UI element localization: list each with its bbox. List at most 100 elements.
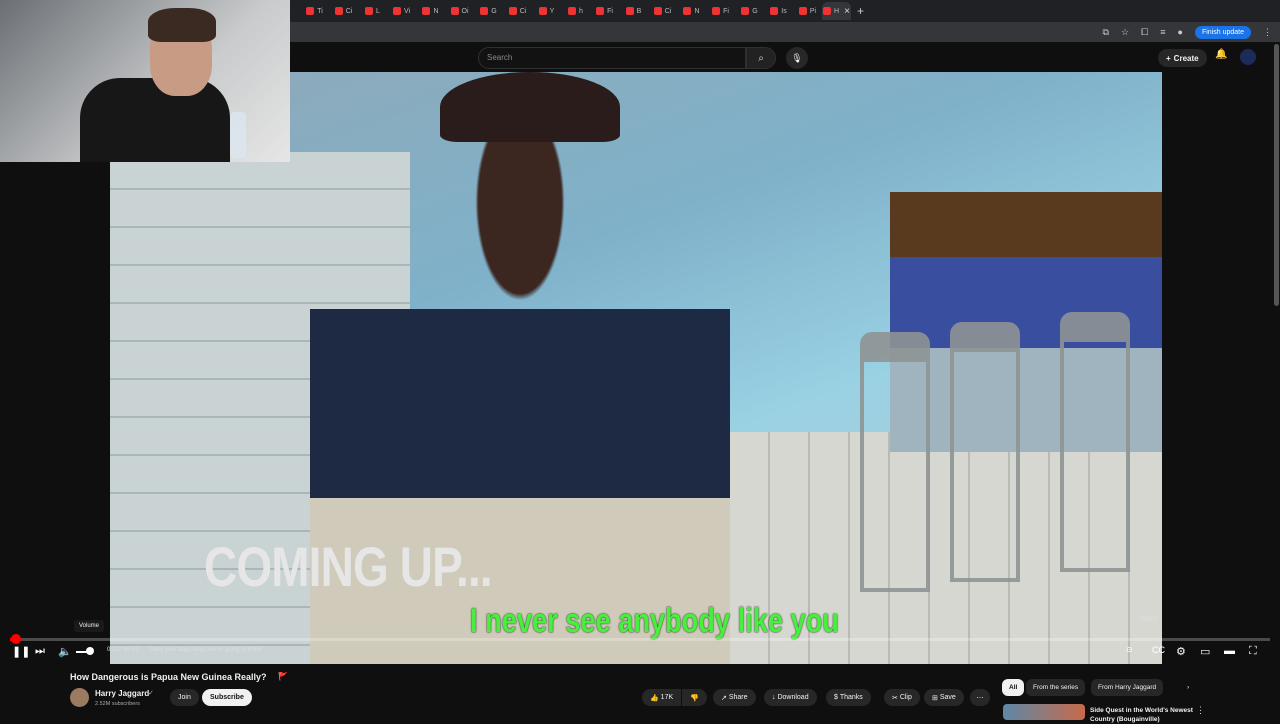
tab-favicon-icon [334, 7, 343, 15]
volume-knob[interactable] [86, 647, 94, 655]
browser-tab[interactable]: G [474, 2, 503, 20]
tab-label: h [579, 7, 583, 15]
tab-favicon-icon [538, 7, 547, 15]
browser-tab[interactable]: B [619, 2, 648, 20]
tab-label: Oi [461, 7, 469, 15]
tab-favicon-icon [653, 7, 662, 15]
browser-tab[interactable]: Vi [387, 2, 416, 20]
verified-icon: ✓ [148, 690, 154, 697]
browser-tab[interactable]: Fi [590, 2, 619, 20]
browser-tab[interactable]: Y [532, 2, 561, 20]
share-button[interactable]: ↗ Share [713, 689, 756, 706]
tab-list: Ti Ci L Vi N Oi G Ci Yh Fi B Ci N Fi G Is Pi [300, 2, 822, 20]
theater-mode-icon[interactable]: ▬ [1224, 645, 1235, 657]
browser-tab[interactable]: N [416, 2, 445, 20]
webcam-overlay [0, 0, 290, 162]
close-tab-icon[interactable]: × [844, 6, 850, 17]
browser-tab[interactable]: Fi [706, 2, 735, 20]
join-button[interactable]: Join [170, 689, 199, 706]
progress-bar[interactable] [10, 634, 1270, 644]
chip-all[interactable]: All [1002, 679, 1025, 696]
browser-tab[interactable]: Pi [793, 2, 822, 20]
thanks-label: Thanks [839, 694, 863, 701]
plus-icon: + [1166, 53, 1171, 63]
dislike-button[interactable]: 👎 [682, 689, 707, 706]
tab-label: G [491, 7, 497, 15]
browser-tab[interactable]: Is [764, 2, 793, 20]
tab-label: B [636, 7, 642, 15]
bar-stool [950, 322, 1020, 582]
clip-button[interactable]: ✂ Clip [884, 689, 920, 706]
youtube-header: Search ⌕ 🎙 + Create 🔔 [290, 42, 1280, 72]
more-actions-button[interactable]: ⋯ [970, 689, 990, 706]
more-icon: ⋯ [976, 694, 984, 702]
autoplay-toggle-icon[interactable]: ⊙ [1126, 645, 1133, 654]
chip-from-the-series[interactable]: From the series [1026, 679, 1086, 696]
scissors-icon: ✂ [892, 694, 900, 702]
extensions-icon[interactable]: ⧠ [1141, 27, 1148, 38]
creator-watermark: Harry [1138, 614, 1158, 623]
fullscreen-icon[interactable]: ⛶ [1249, 645, 1257, 658]
notifications-bell-icon[interactable]: 🔔 [1215, 49, 1227, 60]
tab-favicon-icon [741, 7, 750, 15]
new-tab-icon[interactable]: + [857, 4, 864, 18]
install-icon[interactable]: ⧉ [1103, 27, 1109, 38]
tab-active[interactable]: H × [822, 2, 851, 20]
chips-next-icon[interactable]: › [1180, 679, 1196, 696]
browser-tab[interactable]: Oi [445, 2, 474, 20]
menu-icon[interactable]: ⋮ [1263, 27, 1272, 38]
browser-tab[interactable]: h [561, 2, 590, 20]
finish-update-button[interactable]: Finish update [1194, 25, 1251, 39]
captions-icon[interactable]: CC [1152, 645, 1165, 655]
channel-name[interactable]: Harry Jaggard [95, 689, 149, 698]
water-bottle [230, 112, 246, 158]
media-icon[interactable]: ≡ [1160, 27, 1165, 37]
browser-tab[interactable]: Ci [648, 2, 677, 20]
page-scrollbar[interactable] [1274, 44, 1279, 306]
volume-icon[interactable]: 🔈 [58, 645, 72, 658]
channel-avatar[interactable] [70, 688, 89, 707]
browser-tab[interactable]: Ti [300, 2, 329, 20]
voice-search-button[interactable]: 🎙 [786, 47, 808, 69]
share-icon: ↗ [721, 694, 729, 702]
bar-stool [1060, 312, 1130, 572]
save-button[interactable]: ⊞ Save [924, 689, 964, 706]
clip-label: Clip [899, 694, 912, 701]
browser-tab[interactable]: L [358, 2, 387, 20]
download-button[interactable]: ↓ Download [764, 689, 817, 706]
browser-tab[interactable]: Ci [503, 2, 532, 20]
coming-up-overlay: COMING UP... [204, 535, 493, 598]
tab-label: L [376, 7, 380, 15]
thanks-button[interactable]: $ Thanks [826, 689, 871, 706]
browser-tab[interactable]: Ci [329, 2, 358, 20]
pause-icon[interactable]: ❚❚ [12, 645, 30, 658]
chip-from-harry-jaggard[interactable]: From Harry Jaggard [1091, 679, 1164, 696]
settings-gear-icon[interactable]: ⚙ [1176, 645, 1186, 658]
share-label: Share [728, 694, 748, 701]
search-button[interactable]: ⌕ [746, 47, 776, 69]
like-button[interactable]: 👍 17K [642, 689, 682, 706]
tab-favicon-icon [568, 7, 577, 15]
bookmark-star-icon[interactable]: ☆ [1121, 27, 1129, 38]
subscribe-button[interactable]: Subscribe [202, 689, 252, 706]
tab-favicon-icon [683, 7, 692, 15]
account-avatar[interactable] [1240, 49, 1256, 65]
miniplayer-icon[interactable]: ▭ [1200, 645, 1210, 658]
browser-toolbar: ⧉ ☆ ⧠ ≡ ● Finish update ⋮ [290, 22, 1280, 42]
next-icon[interactable]: ⏭ [35, 645, 45, 658]
tab-favicon-icon [422, 7, 431, 15]
tab-favicon-icon [508, 7, 517, 15]
time-display: 0:13 / 49:52 [107, 647, 139, 653]
create-button[interactable]: + Create [1158, 49, 1207, 67]
browser-tab[interactable]: N [677, 2, 706, 20]
recommendation-thumbnail[interactable] [1003, 704, 1085, 720]
recommendation-title[interactable]: Side Quest in the World's Newest Country… [1090, 706, 1210, 724]
tab-label: Ci [345, 7, 353, 15]
browser-tab[interactable]: G [735, 2, 764, 20]
youtube-favicon-icon [823, 7, 832, 15]
tab-favicon-icon [392, 7, 401, 15]
recommendation-more-icon[interactable]: ⋮ [1196, 705, 1205, 716]
search-input[interactable]: Search [478, 47, 746, 69]
profile-icon[interactable]: ● [1178, 27, 1183, 37]
chapter-title[interactable]: Pack your bags boys, we're going to PNG! [150, 647, 263, 653]
